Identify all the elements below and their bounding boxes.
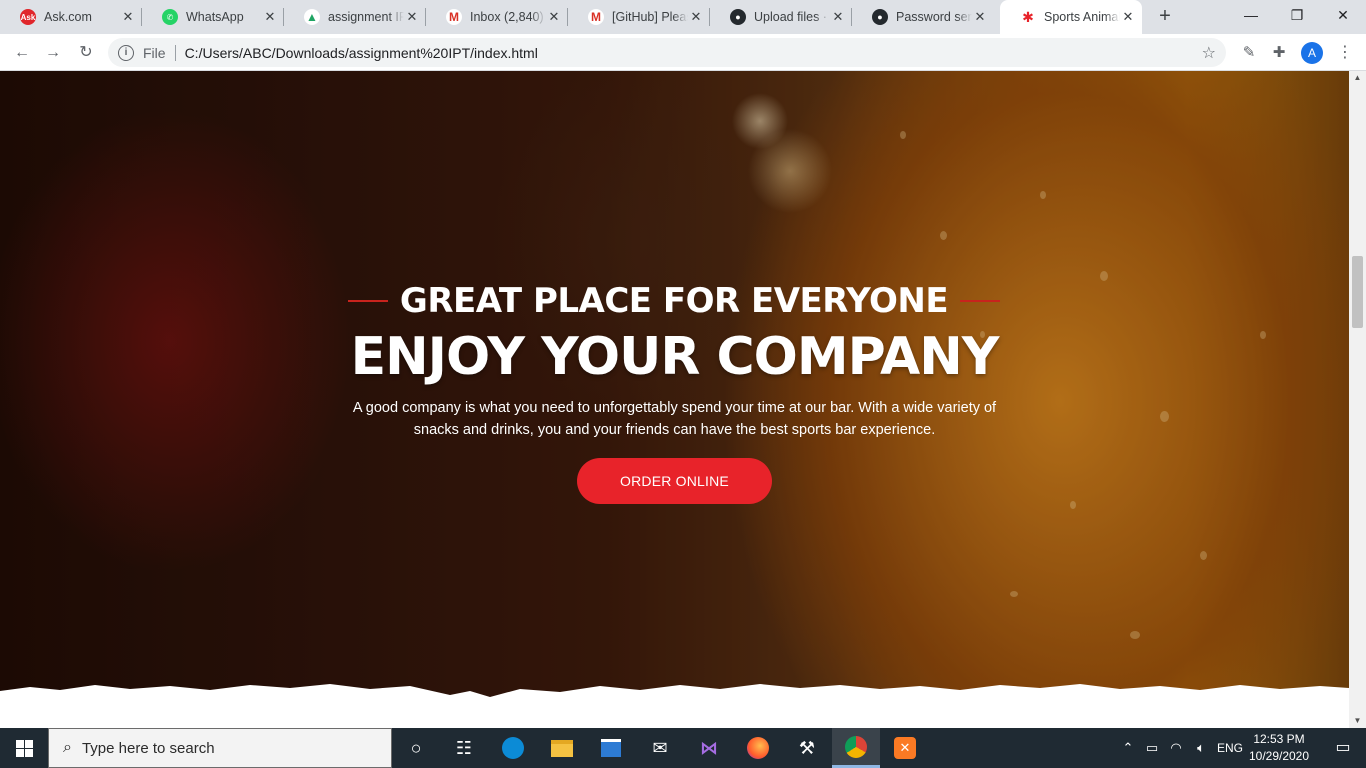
tools-icon[interactable]: ⚒ — [783, 728, 831, 768]
tab-title: Ask.com — [44, 10, 92, 24]
tab-title: Upload files · t — [754, 10, 830, 24]
store-icon[interactable] — [587, 728, 635, 768]
tab-title: Password sent — [896, 10, 972, 24]
gmail-icon: M — [588, 9, 604, 25]
tab-title: [GitHub] Please — [612, 10, 688, 24]
whatsapp-icon: ✆ — [162, 9, 178, 25]
eyebrow-line-left — [348, 300, 388, 302]
tab-title: Sports Animal — [1044, 10, 1120, 24]
search-icon: ⌕ — [63, 739, 72, 756]
close-tab-icon[interactable]: ✕ — [688, 9, 704, 25]
extension-pen-icon[interactable]: ✎ — [1239, 43, 1259, 63]
windows-logo-icon — [15, 739, 33, 757]
battery-icon[interactable]: ▭ — [1142, 728, 1162, 768]
cortana-icon[interactable]: ○ — [392, 728, 440, 768]
ask-icon: Ask — [20, 9, 36, 25]
edge-icon[interactable] — [489, 728, 537, 768]
volume-icon[interactable]: 🔈︎ — [1190, 728, 1212, 768]
torn-paper-edge — [0, 684, 1349, 728]
close-tab-icon[interactable]: ✕ — [830, 9, 846, 25]
scrollbar-thumb[interactable] — [1352, 256, 1363, 328]
hero-headline: ENJOY YOUR COMPANY — [350, 327, 1000, 387]
hero-eyebrow-row: GREAT PLACE FOR EVERYONE — [348, 276, 1000, 326]
url-text[interactable]: C:/Users/ABC/Downloads/assignment%20IPT/… — [185, 45, 538, 61]
browser-toolbar: ← → ↻ i File C:/Users/ABC/Downloads/assi… — [0, 34, 1366, 71]
hero-description: A good company is what you need to unfor… — [352, 400, 997, 438]
google-drive-icon: ▲ — [304, 9, 320, 25]
tab-ask[interactable]: Ask Ask.com ✕ — [0, 0, 142, 34]
tab-github-upload[interactable]: ● Upload files · t ✕ — [710, 0, 852, 34]
tab-assignment-ipt[interactable]: ▲ assignment IPT ✕ — [284, 0, 426, 34]
mail-icon[interactable]: ✉ — [636, 728, 684, 768]
info-icon[interactable]: i — [118, 44, 134, 61]
taskbar-search[interactable]: ⌕ Type here to search — [48, 728, 392, 768]
close-window-button[interactable]: ✕ — [1320, 0, 1366, 30]
notifications-icon[interactable]: ▭ — [1320, 728, 1366, 768]
tab-title: assignment IPT — [328, 10, 404, 24]
back-icon[interactable]: ← — [10, 41, 34, 65]
firefox-icon[interactable] — [734, 728, 782, 768]
file-explorer-icon[interactable] — [538, 728, 586, 768]
close-tab-icon[interactable]: ✕ — [1120, 9, 1136, 25]
page-scrollbar[interactable]: ▲ ▼ — [1349, 71, 1366, 728]
xampp-icon[interactable]: ✕ — [881, 728, 929, 768]
close-tab-icon[interactable]: ✕ — [404, 9, 420, 25]
show-hidden-icons-icon[interactable]: ⌃ — [1118, 728, 1138, 768]
tab-whatsapp[interactable]: ✆ WhatsApp ✕ — [142, 0, 284, 34]
tab-gmail-inbox[interactable]: M Inbox (2,840) - ✕ — [426, 0, 568, 34]
tab-strip: Ask Ask.com ✕ ✆ WhatsApp ✕ ▲ assignment … — [0, 0, 1366, 34]
chrome-icon[interactable] — [832, 728, 880, 768]
forward-icon[interactable]: → — [41, 41, 65, 65]
windows-taskbar: ⌕ Type here to search ○ ☷ ✉ ⋈ ⚒ ✕ ⌃ ▭ ◠ … — [0, 728, 1366, 768]
taskbar-clock[interactable]: 12:53 PM 10/29/2020 — [1236, 731, 1322, 765]
scheme-label: File — [143, 44, 166, 61]
tab-github-email[interactable]: M [GitHub] Please ✕ — [568, 0, 710, 34]
visual-studio-icon[interactable]: ⋈ — [685, 728, 733, 768]
reload-icon[interactable]: ↻ — [74, 41, 98, 65]
task-view-icon[interactable]: ☷ — [440, 728, 488, 768]
tab-title: WhatsApp — [186, 10, 244, 24]
restore-button[interactable]: ❐ — [1274, 0, 1320, 30]
tab-sports-animal[interactable]: ✱ Sports Animal ✕ — [1000, 0, 1142, 34]
minimize-button[interactable]: — — [1228, 0, 1274, 30]
tab-github-password[interactable]: ● Password sent ✕ — [852, 0, 994, 34]
profile-avatar[interactable]: A — [1301, 42, 1323, 64]
gmail-icon: M — [446, 9, 462, 25]
start-button[interactable] — [0, 728, 48, 768]
sports-animal-icon: ✱ — [1020, 9, 1036, 25]
omnibox-divider — [174, 44, 176, 61]
github-icon: ● — [872, 9, 888, 25]
eyebrow-line-right — [960, 300, 1000, 302]
extensions-puzzle-icon[interactable]: ✚ — [1269, 43, 1289, 63]
github-icon: ● — [730, 9, 746, 25]
order-online-button[interactable]: ORDER ONLINE — [577, 458, 772, 504]
scroll-up-arrow-icon[interactable]: ▲ — [1349, 71, 1366, 85]
new-tab-button[interactable]: + — [1154, 6, 1176, 28]
wifi-icon[interactable]: ◠ — [1166, 728, 1186, 768]
menu-icon[interactable]: ⋮ — [1336, 42, 1354, 64]
close-tab-icon[interactable]: ✕ — [972, 9, 988, 25]
clock-time: 12:53 PM — [1253, 732, 1305, 746]
close-tab-icon[interactable]: ✕ — [262, 9, 278, 25]
scroll-down-arrow-icon[interactable]: ▼ — [1349, 714, 1366, 728]
clock-date: 10/29/2020 — [1248, 749, 1310, 763]
tab-title: Inbox (2,840) - — [470, 10, 546, 24]
close-tab-icon[interactable]: ✕ — [120, 9, 136, 25]
address-bar[interactable]: i File C:/Users/ABC/Downloads/assignment… — [108, 38, 1226, 67]
search-placeholder: Type here to search — [81, 739, 215, 757]
hero-eyebrow: GREAT PLACE FOR EVERYONE — [399, 281, 949, 321]
close-tab-icon[interactable]: ✕ — [546, 9, 562, 25]
page-viewport: GREAT PLACE FOR EVERYONE ENJOY YOUR COMP… — [0, 71, 1349, 728]
bookmark-star-icon[interactable]: ☆ — [1202, 43, 1216, 63]
